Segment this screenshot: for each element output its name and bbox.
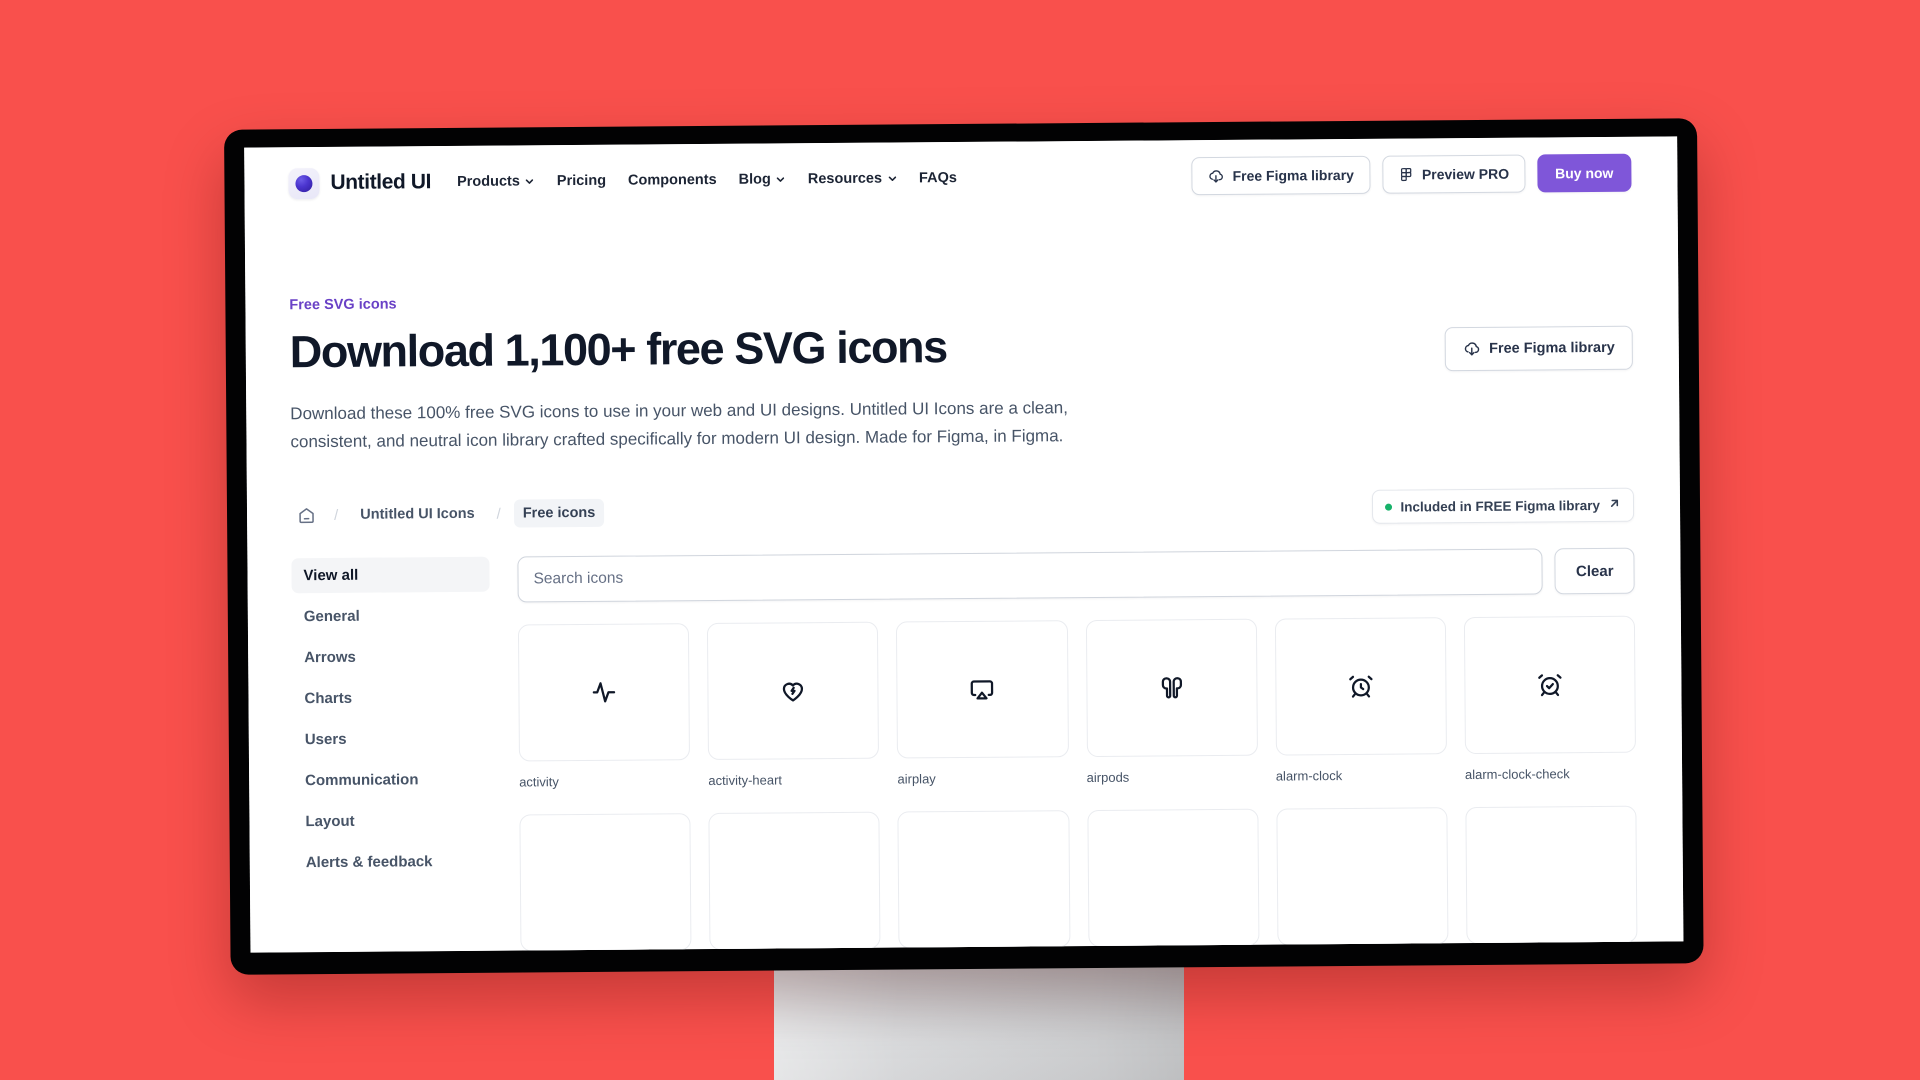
content-area: View all General Arrows Charts Users Com…: [247, 547, 1683, 952]
nav-label: Blog: [738, 171, 771, 188]
included-in-free-figma-library-badge[interactable]: Included in FREE Figma library: [1372, 487, 1635, 524]
sidebar-item-alerts-feedback[interactable]: Alerts & feedback: [294, 844, 492, 881]
button-label: Buy now: [1554, 164, 1614, 182]
monitor-bezel: Untitled UI Products Pricing Components …: [224, 118, 1704, 975]
breadcrumb-row: / Untitled UI Icons / Free icons Include…: [247, 487, 1680, 532]
icon-card-airpods[interactable]: [1085, 618, 1258, 758]
monitor-mockup: Untitled UI Products Pricing Components …: [224, 118, 1704, 975]
nav-item-products[interactable]: Products: [457, 173, 535, 190]
nav-item-faqs[interactable]: FAQs: [919, 170, 957, 186]
icon-label: airpods: [1086, 769, 1130, 786]
icon-label: alarm-clock: [1275, 768, 1343, 784]
sidebar-item-communication[interactable]: Communication: [293, 762, 491, 799]
icon-label: activity: [519, 774, 559, 790]
nav-free-figma-library-button[interactable]: Free Figma library: [1191, 155, 1371, 196]
sidebar-item-users[interactable]: Users: [293, 721, 491, 758]
icon-card[interactable]: [708, 811, 881, 951]
button-label: Preview PRO: [1421, 165, 1510, 183]
nav-actions: Free Figma library Preview PRO Buy now: [1191, 153, 1632, 196]
nav-label: Resources: [807, 170, 883, 188]
chevron-down-icon: [887, 174, 897, 184]
cloud-download-icon: [1463, 340, 1481, 358]
clear-button[interactable]: Clear: [1554, 547, 1635, 595]
nav-label: Pricing: [556, 172, 607, 190]
scene: Untitled UI Products Pricing Components …: [0, 0, 1920, 1080]
nav-preview-pro-button[interactable]: Preview PRO: [1381, 154, 1526, 194]
icon-card[interactable]: [519, 813, 692, 952]
icon-grid: activity activity-heart airplay airpods …: [517, 615, 1638, 952]
breadcrumb-separator: /: [333, 506, 339, 524]
nav-item-pricing[interactable]: Pricing: [557, 173, 606, 189]
button-label: Free Figma library: [1489, 339, 1615, 357]
category-sidebar: View all General Arrows Charts Users Com…: [291, 556, 492, 953]
icon-card[interactable]: [1276, 807, 1449, 946]
brand-name: Untitled UI: [330, 170, 432, 194]
icon-cell: activity-heart: [707, 621, 880, 789]
icon-card[interactable]: [897, 810, 1070, 949]
search-row: Clear: [517, 547, 1635, 603]
figma-icon: [1398, 166, 1414, 182]
icon-cell: [1465, 805, 1638, 945]
badge-label: Included in FREE Figma library: [1400, 497, 1601, 515]
button-label: Free Figma library: [1232, 166, 1354, 184]
status-dot-icon: [1385, 503, 1393, 511]
icon-card[interactable]: [1465, 805, 1638, 945]
icon-cell: [1276, 807, 1449, 946]
sidebar-item-view-all[interactable]: View all: [291, 556, 490, 594]
untitled-ui-logo-icon: [288, 167, 320, 199]
external-link-icon: [1608, 497, 1621, 513]
hero-free-figma-library-button[interactable]: Free Figma library: [1444, 325, 1633, 372]
icon-card-alarm-clock-check[interactable]: [1463, 615, 1636, 755]
nav-label: Products: [456, 173, 520, 190]
search-input[interactable]: [517, 548, 1544, 603]
icon-card-airplay[interactable]: [896, 620, 1069, 759]
icon-cell: [519, 813, 692, 952]
icon-label: airplay: [897, 771, 936, 787]
icon-card-alarm-clock[interactable]: [1274, 617, 1447, 756]
webpage: Untitled UI Products Pricing Components …: [244, 136, 1684, 953]
hero-eyebrow: Free SVG icons: [289, 296, 397, 314]
nav-label: Components: [627, 171, 717, 189]
page-title: Download 1,100+ free SVG icons: [289, 321, 947, 378]
breadcrumb-item-untitled-ui-icons[interactable]: Untitled UI Icons: [351, 500, 484, 529]
hero-header-row: Download 1,100+ free SVG icons Free Figm…: [290, 317, 1633, 381]
icon-card-activity[interactable]: [517, 623, 691, 762]
breadcrumb: / Untitled UI Icons / Free icons: [291, 498, 605, 530]
home-icon[interactable]: [291, 500, 321, 530]
top-navigation: Untitled UI Products Pricing Components …: [244, 136, 1678, 219]
nav-label: FAQs: [918, 170, 957, 187]
icon-cell: [708, 811, 881, 951]
nav-item-blog[interactable]: Blog: [738, 171, 786, 188]
icon-cell: airplay: [896, 620, 1069, 787]
icon-cell: alarm-clock-check: [1463, 615, 1636, 783]
sidebar-item-layout[interactable]: Layout: [293, 803, 491, 840]
monitor-stand: [774, 962, 1184, 1080]
icon-card[interactable]: [1086, 808, 1260, 948]
sidebar-item-general[interactable]: General: [292, 598, 490, 635]
sidebar-item-charts[interactable]: Charts: [292, 680, 490, 717]
nav-item-resources[interactable]: Resources: [807, 170, 897, 188]
cloud-download-icon: [1207, 167, 1224, 184]
buy-now-button[interactable]: Buy now: [1536, 153, 1632, 193]
icons-panel: Clear activity: [517, 547, 1638, 952]
brand[interactable]: Untitled UI: [288, 167, 431, 199]
sidebar-item-arrows[interactable]: Arrows: [292, 639, 490, 676]
nav-item-components[interactable]: Components: [628, 172, 717, 189]
icon-cell: [897, 810, 1070, 949]
chevron-down-icon: [776, 174, 786, 184]
icon-cell: alarm-clock: [1274, 617, 1447, 784]
hero-description: Download these 100% free SVG icons to us…: [290, 398, 1069, 451]
nav-links: Products Pricing Components Blog Resourc…: [457, 170, 957, 190]
hero-section: Free SVG icons Download 1,100+ free SVG …: [245, 208, 1680, 455]
icon-card-activity-heart[interactable]: [707, 621, 880, 761]
icon-cell: activity: [517, 623, 691, 790]
icon-cell: airpods: [1085, 618, 1258, 786]
monitor-screen: Untitled UI Products Pricing Components …: [244, 136, 1684, 953]
breadcrumb-separator: /: [496, 505, 501, 523]
breadcrumb-item-free-icons[interactable]: Free icons: [513, 498, 605, 528]
icon-label: activity-heart: [708, 772, 783, 789]
icon-cell: [1086, 808, 1260, 948]
icon-label: alarm-clock-check: [1464, 766, 1570, 783]
chevron-down-icon: [525, 176, 535, 186]
